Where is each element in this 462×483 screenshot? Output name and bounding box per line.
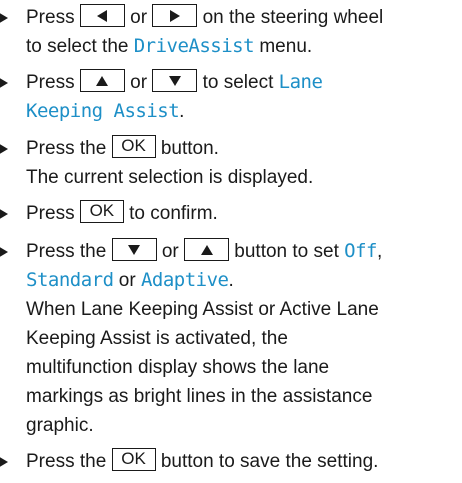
- step-5: Press the or button to set Off, Standard…: [0, 237, 458, 440]
- ok-key: OK: [111, 135, 156, 159]
- step-3: Press the OK button. The current selecti…: [0, 134, 458, 192]
- down-arrow-key-icon: [152, 69, 198, 93]
- setting-adaptive: Adaptive: [140, 269, 229, 291]
- bullet-triangle-icon: [0, 143, 8, 155]
- step-6: Press the OK button to save the setting.: [0, 447, 458, 476]
- bullet-triangle-icon: [0, 456, 8, 468]
- bullet-triangle-icon: [0, 12, 8, 24]
- right-arrow-key-icon: [152, 4, 198, 28]
- menu-name: DriveAssist: [133, 35, 255, 57]
- step-1: Press or on the steering wheel to select…: [0, 3, 458, 61]
- bullet-triangle-icon: [0, 208, 8, 220]
- option-name-part2: Keeping Assist: [26, 100, 180, 122]
- left-arrow-key-icon: [79, 4, 125, 28]
- bullet-triangle-icon: [0, 246, 8, 258]
- step-4: Press OK to confirm.: [0, 199, 458, 228]
- setting-off: Off: [344, 240, 377, 262]
- instruction-page: Press or on the steering wheel to select…: [0, 0, 462, 483]
- setting-standard: Standard: [26, 269, 114, 291]
- down-arrow-key-icon: [111, 238, 157, 262]
- step-2: Press or to select Lane Keeping Assist.: [0, 68, 458, 126]
- ok-key: OK: [79, 200, 124, 224]
- ok-key: OK: [111, 448, 156, 472]
- bullet-triangle-icon: [0, 77, 8, 89]
- up-arrow-key-icon: [184, 238, 230, 262]
- option-name-part1: Lane: [278, 71, 323, 93]
- up-arrow-key-icon: [79, 69, 125, 93]
